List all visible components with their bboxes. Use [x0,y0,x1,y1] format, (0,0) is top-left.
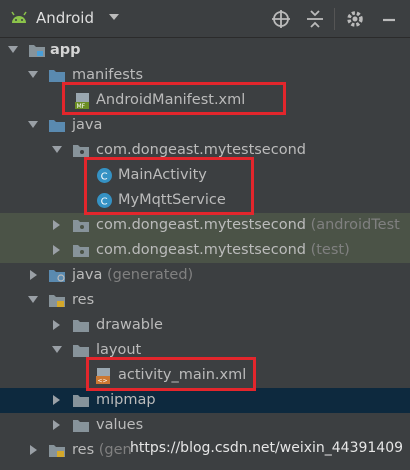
tree-item-label: res [72,292,95,308]
tree-item-label: app [50,42,81,58]
chevron-down-icon[interactable] [28,121,38,128]
tree-item-label: drawable [96,317,163,333]
folder-icon [73,320,89,332]
chevron-right-icon[interactable] [53,220,60,230]
chevron-down-icon[interactable] [8,46,18,53]
highlight-box-activity-main [86,357,256,391]
minimize-icon[interactable] [378,8,400,30]
source-set-suffix: (test) [310,242,350,258]
resource-folder-icon [49,445,65,457]
tree-item-drawable[interactable]: drawable [0,313,410,338]
folder-icon [73,420,89,432]
gear-icon[interactable] [344,8,366,30]
chevron-right-icon[interactable] [53,420,60,430]
package-icon [73,220,89,232]
chevron-right-icon[interactable] [53,245,60,255]
chevron-right-icon[interactable] [30,445,37,455]
bottom-edge [0,462,410,470]
tree-item-java-generated[interactable]: java (generated) [0,263,410,288]
chevron-right-icon[interactable] [53,395,60,405]
chevron-right-icon[interactable] [30,270,37,280]
tree-item-res[interactable]: res [0,288,410,313]
tree-item-package-test[interactable]: com.dongeast.mytestsecond (test) [0,238,410,263]
folder-icon [73,345,89,357]
folder-icon [73,395,89,407]
chevron-down-icon[interactable] [28,296,38,303]
package-name: com.dongeast.mytestsecond [96,242,306,258]
tree-item-values[interactable]: values [0,413,410,438]
tree-item-mipmap[interactable]: mipmap [0,388,410,413]
generated-suffix: (generated) [107,267,194,283]
package-name: com.dongeast.mytestsecond [96,217,306,233]
source-folder-icon [49,120,65,132]
generated-folder-icon [49,270,65,282]
package-icon [73,145,89,157]
resource-folder-icon [49,295,65,307]
package-icon [73,245,89,257]
generated-suffix: (gen [98,442,132,458]
chevron-down-icon[interactable] [52,146,62,153]
project-toolbar: Android [0,0,410,38]
target-icon[interactable] [270,8,292,30]
watermark-url: https://blog.csdn.net/weixin_44391409 [130,440,404,456]
tree-item-label: mipmap [96,392,156,408]
tree-item-label: res (gen [72,438,132,463]
chevron-down-icon[interactable] [28,71,38,78]
tree-item-label: com.dongeast.mytestsecond (androidTest [96,213,400,238]
highlight-box-manifest [62,82,286,115]
tree-item-java[interactable]: java [0,113,410,138]
tree-item-label: values [96,417,144,433]
collapse-icon[interactable] [304,8,326,30]
folder-name: java [72,267,103,283]
chevron-down-icon[interactable] [108,12,120,22]
android-icon [11,11,27,23]
chevron-right-icon[interactable] [53,320,60,330]
tree-item-label: java (generated) [72,263,193,288]
tree-item-label: java [72,117,103,133]
source-set-suffix: (androidTest [310,217,400,233]
tree-item-app[interactable]: app [0,38,410,63]
folder-name: res [72,442,95,458]
module-folder-icon [29,45,45,57]
folder-icon [49,70,65,82]
toolbar-separator [334,8,335,30]
highlight-box-classes [84,157,254,215]
chevron-down-icon[interactable] [52,346,62,353]
tree-item-package-android-test[interactable]: com.dongeast.mytestsecond (androidTest [0,213,410,238]
project-view-selector[interactable]: Android [36,9,94,27]
tree-item-label: com.dongeast.mytestsecond (test) [96,238,350,263]
